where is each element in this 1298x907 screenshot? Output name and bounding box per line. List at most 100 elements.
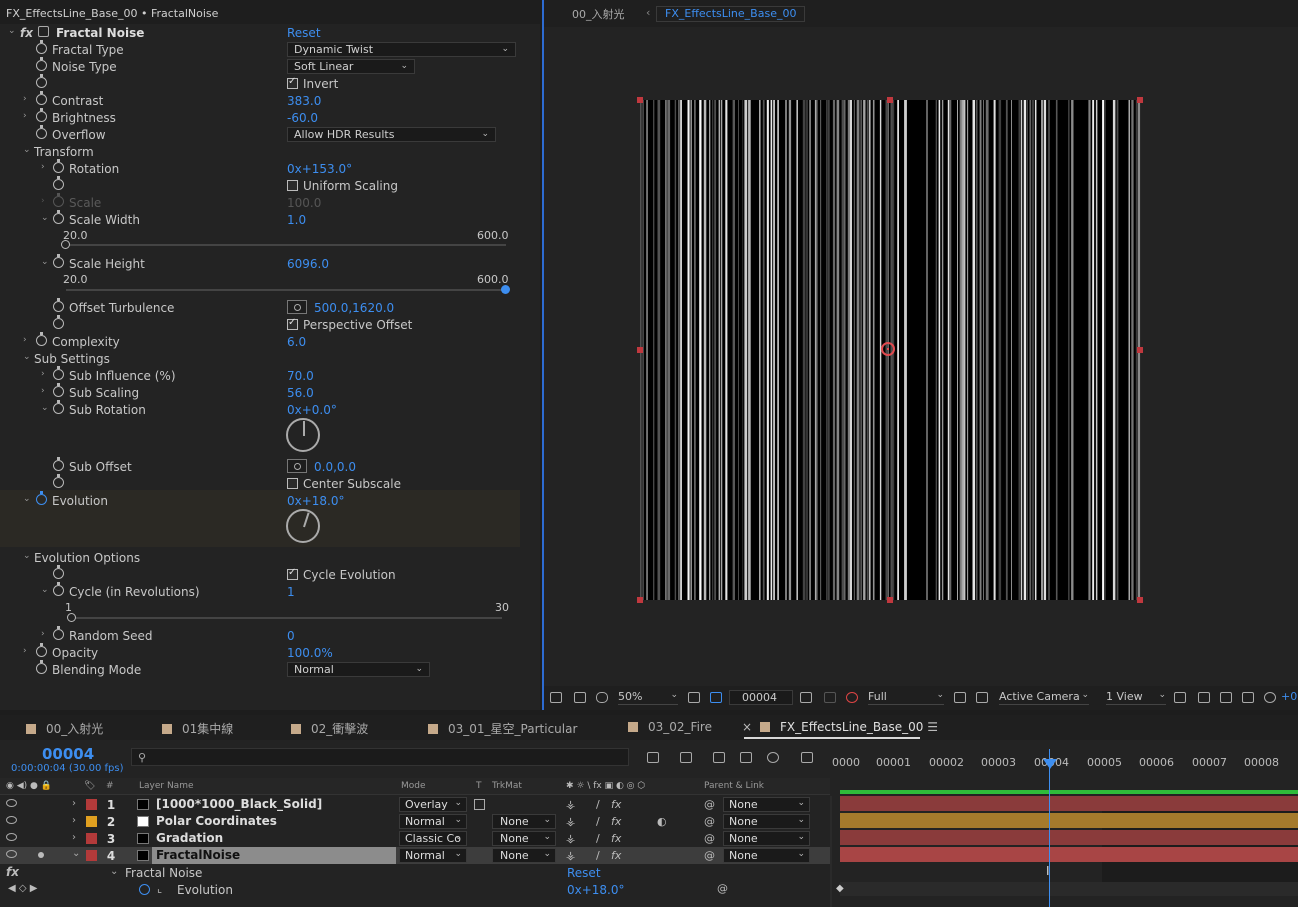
stopwatch-icon[interactable]: [53, 298, 64, 312]
stopwatch-icon[interactable]: [53, 457, 64, 471]
collapse-icon[interactable]: ⌄: [72, 848, 80, 859]
col-layer-name[interactable]: Layer Name: [139, 781, 194, 791]
fx-switch-icon[interactable]: fx: [611, 832, 621, 845]
shy-switch-icon[interactable]: ⚶: [566, 798, 575, 811]
invert-checkbox[interactable]: [287, 76, 298, 89]
draft-3d-icon[interactable]: [680, 752, 692, 763]
group-transform[interactable]: ⌄ Transform: [0, 144, 540, 161]
expand-icon[interactable]: ›: [23, 94, 31, 104]
color-channels-icon[interactable]: [846, 692, 858, 703]
eye-icon[interactable]: [6, 799, 17, 807]
stopwatch-icon[interactable]: [36, 40, 47, 54]
blend-mode-dropdown[interactable]: Normal ⌄: [399, 848, 467, 863]
fit-icon[interactable]: [688, 692, 700, 703]
playhead-line[interactable]: [1049, 749, 1050, 907]
transform-handle[interactable]: [887, 597, 893, 603]
always-preview-icon[interactable]: [550, 692, 562, 703]
cycle-slider[interactable]: [70, 617, 502, 619]
anchor-point-icon[interactable]: [881, 342, 895, 356]
stopwatch-icon[interactable]: [36, 643, 47, 657]
layer-row-1[interactable]: › 1 [1000*1000_Black_Solid] Overlay ⌄ ⚶ /…: [0, 796, 830, 813]
shy-switch-icon[interactable]: ⚶: [566, 815, 575, 828]
flowchart-icon[interactable]: [1242, 692, 1254, 703]
stopwatch-icon[interactable]: [53, 400, 64, 414]
collapse-icon[interactable]: ⌄: [41, 403, 49, 413]
tab-00[interactable]: 00_入射光: [26, 720, 103, 737]
slider-knob[interactable]: [61, 240, 70, 249]
keyframe-icon[interactable]: ◆: [836, 883, 844, 894]
stopwatch-icon[interactable]: [36, 125, 47, 139]
trkmat-dropdown[interactable]: None ⌄: [492, 848, 556, 863]
show-snapshot-icon[interactable]: [824, 692, 836, 703]
tab-01[interactable]: 01集中線: [162, 720, 233, 737]
layer-name[interactable]: FractalNoise: [156, 848, 240, 862]
uniform-scaling-checkbox[interactable]: [287, 180, 298, 191]
evolution-dial[interactable]: [286, 509, 320, 543]
stopwatch-icon[interactable]: [36, 660, 47, 674]
breadcrumb-parent[interactable]: 00_入射光: [572, 6, 625, 22]
complexity-value[interactable]: 6.0: [287, 335, 306, 349]
quality-switch-icon[interactable]: /: [596, 832, 600, 845]
stopwatch-active-icon[interactable]: [36, 491, 47, 505]
brightness-value[interactable]: -60.0: [287, 111, 318, 125]
stopwatch-icon[interactable]: [53, 626, 64, 640]
blend-mode-dropdown[interactable]: Overlay ⌄: [399, 797, 467, 812]
layer-bar-3[interactable]: [840, 830, 1298, 845]
sub-offset-value[interactable]: 0.0,0.0: [314, 460, 356, 474]
parent-dropdown[interactable]: None ⌄: [723, 848, 810, 863]
scale-height-value[interactable]: 6096.0: [287, 257, 329, 271]
transform-handle[interactable]: [1137, 97, 1143, 103]
stopwatch-icon[interactable]: [53, 366, 64, 380]
stopwatch-icon[interactable]: [36, 108, 47, 122]
close-tab-icon[interactable]: ×: [742, 720, 752, 734]
expand-icon[interactable]: ›: [41, 369, 49, 379]
monitor-icon[interactable]: [574, 692, 586, 703]
keyframe-track[interactable]: [840, 882, 1298, 896]
label-color-swatch[interactable]: [86, 850, 97, 861]
stopwatch-icon[interactable]: [53, 474, 64, 488]
collapse-icon[interactable]: ⌄: [23, 352, 31, 362]
transform-handle[interactable]: [637, 97, 643, 103]
expand-icon[interactable]: ›: [72, 832, 76, 843]
expand-icon[interactable]: ›: [23, 111, 31, 121]
group-evolution-options[interactable]: ⌄ Evolution Options: [0, 550, 540, 567]
fx-switch-icon[interactable]: fx: [611, 815, 621, 828]
transform-handle[interactable]: [637, 597, 643, 603]
collapse-icon[interactable]: ⌄: [8, 26, 16, 36]
layer-row-4[interactable]: ⌄ 4 FractalNoise Normal ⌄ None ⌄ ⚶ / fx @ …: [0, 847, 830, 864]
label-color-swatch[interactable]: [86, 816, 97, 827]
collapse-icon[interactable]: ⌄: [41, 257, 49, 267]
quality-switch-icon[interactable]: /: [596, 815, 600, 828]
work-area-bar[interactable]: [840, 790, 1298, 794]
transform-handle[interactable]: [637, 347, 643, 353]
time-ruler[interactable]: 0000 00001 00002 00003 00004 00005 00006…: [832, 745, 1298, 775]
quality-switch-icon[interactable]: /: [596, 798, 600, 811]
timeline-icon[interactable]: [1220, 692, 1232, 703]
layer-row-2[interactable]: › 2 Polar Coordinates Normal ⌄ None ⌄ ⚶ / …: [0, 813, 830, 830]
pickwhip-icon[interactable]: @: [704, 798, 715, 811]
expand-icon[interactable]: ›: [41, 386, 49, 396]
transform-handle[interactable]: [1137, 597, 1143, 603]
transform-handle[interactable]: [1137, 347, 1143, 353]
sub-effect-reset[interactable]: Reset: [567, 866, 601, 880]
region-of-interest-icon[interactable]: [954, 692, 966, 703]
stopwatch-icon[interactable]: [53, 254, 64, 268]
cycle-evolution-checkbox[interactable]: [287, 567, 298, 580]
evolution-value[interactable]: 0x+18.0°: [287, 494, 345, 508]
stopwatch-icon[interactable]: [53, 582, 64, 596]
trkmat-dropdown[interactable]: None ⌄: [492, 831, 556, 846]
reset-link[interactable]: Reset: [287, 26, 321, 40]
camera-dropdown[interactable]: Active Camera ⌄: [999, 690, 1089, 705]
label-color-swatch[interactable]: [86, 799, 97, 810]
overflow-dropdown[interactable]: Allow HDR Results ⌄: [287, 127, 496, 142]
group-sub-settings[interactable]: ⌄ Sub Settings: [0, 351, 540, 368]
breadcrumb-current[interactable]: FX_EffectsLine_Base_00: [656, 6, 806, 22]
collapse-icon[interactable]: ⌄: [41, 213, 49, 223]
layer-row-3[interactable]: › 3 Gradation Classic Co ⌄ None ⌄ ⚶ / fx @…: [0, 830, 830, 847]
rotation-value[interactable]: 0x+153.0°: [287, 162, 352, 176]
playhead-marker-icon[interactable]: [1043, 759, 1057, 769]
layer-bar-1[interactable]: [840, 796, 1298, 811]
quality-switch-icon[interactable]: /: [596, 849, 600, 862]
stopwatch-icon[interactable]: [53, 210, 64, 224]
sub-rotation-dial[interactable]: [286, 418, 320, 452]
